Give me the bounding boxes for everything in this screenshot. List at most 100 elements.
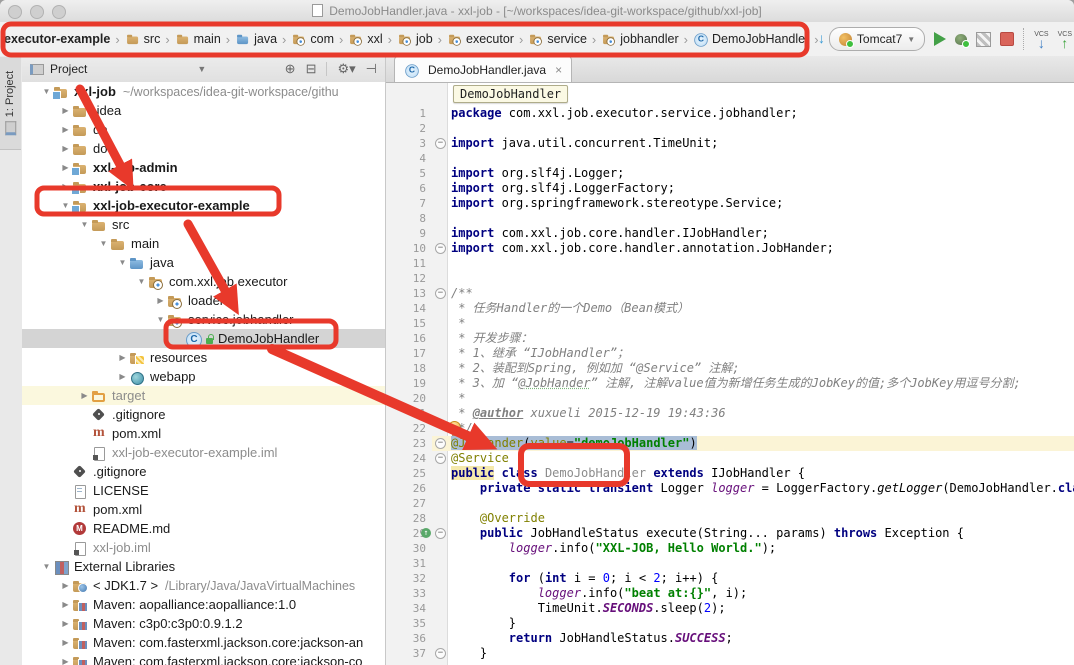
hide-panel-icon[interactable]: ⊣ — [366, 61, 377, 77]
tree-item-xxl-job-core[interactable]: ▶xxl-job-core — [22, 177, 385, 196]
chevron-down-icon[interactable]: ▼ — [197, 64, 206, 74]
code-line-15[interactable]: 15 * — [386, 316, 1074, 331]
breadcrumb-item-com[interactable]: com — [291, 31, 334, 47]
tree-item-loader[interactable]: ▶loader — [22, 291, 385, 310]
tree-item-pom-xml[interactable]: pom.xml — [22, 500, 385, 519]
tree-item-xxl-job-executor-example[interactable]: ▼xxl-job-executor-example — [22, 196, 385, 215]
code-line-32[interactable]: 32 for (int i = 0; i < 2; i++) { — [386, 571, 1074, 586]
tree-collapse-icon[interactable]: ▶ — [59, 638, 72, 647]
fold-icon[interactable]: − — [435, 453, 446, 464]
run-button[interactable] — [934, 32, 946, 46]
tree-item-demojobhandler[interactable]: DemoJobHandler — [22, 329, 385, 348]
code-line-17[interactable]: 17 * 1、继承 “IJobHandler”； — [386, 346, 1074, 361]
tree-collapse-icon[interactable]: ▶ — [59, 125, 72, 134]
code-line-19[interactable]: 19 * 3、加 “@JobHander” 注解, 注解value值为新增任务生… — [386, 376, 1074, 391]
tree-collapse-icon[interactable]: ▶ — [59, 657, 72, 665]
tree-item-resources[interactable]: ▶resources — [22, 348, 385, 367]
tree-item-doc[interactable]: ▶doc — [22, 139, 385, 158]
tree-collapse-icon[interactable]: ▶ — [154, 296, 167, 305]
tree-item-maven-com-fasterxml-jackson-core-jackson-an[interactable]: ▶Maven: com.fasterxml.jackson.core:jacks… — [22, 633, 385, 652]
override-method-icon[interactable]: ↑ — [421, 528, 431, 538]
code-line-6[interactable]: 6import org.slf4j.LoggerFactory; — [386, 181, 1074, 196]
tree-expand-icon[interactable]: ▼ — [97, 239, 110, 248]
down-arrow-icon[interactable]: ↓ — [818, 30, 825, 46]
code-line-2[interactable]: 2 — [386, 121, 1074, 136]
code-line-33[interactable]: 33 logger.info("beat at:{}", i); — [386, 586, 1074, 601]
collapse-all-icon[interactable]: ⊟ — [306, 61, 317, 77]
fold-icon[interactable]: − — [435, 438, 446, 449]
breadcrumb-item-demojobhandler[interactable]: DemoJobHandler — [693, 31, 809, 47]
tree-item-maven-com-fasterxml-jackson-core-jackson-co[interactable]: ▶Maven: com.fasterxml.jackson.core:jacks… — [22, 652, 385, 665]
code-line-1[interactable]: 1package com.xxl.job.executor.service.jo… — [386, 106, 1074, 121]
breadcrumb-item-main[interactable]: main — [175, 31, 221, 47]
tree-collapse-icon[interactable]: ▶ — [116, 372, 129, 381]
locate-file-icon[interactable]: ⊕ — [285, 61, 296, 77]
tree-expand-icon[interactable]: ▼ — [135, 277, 148, 286]
code-line-11[interactable]: 11 — [386, 256, 1074, 271]
editor-tab-demojobhandler[interactable]: DemoJobHandler.java × — [394, 56, 572, 82]
code-line-37[interactable]: 37− } — [386, 646, 1074, 661]
code-line-22[interactable]: 22 */ — [386, 421, 1074, 436]
code-line-25[interactable]: 25public class DemoJobHandler extends IJ… — [386, 466, 1074, 481]
tree-collapse-icon[interactable]: ▶ — [59, 581, 72, 590]
breadcrumb-item-executor-example[interactable]: executor-example — [4, 32, 110, 46]
tree-item-gitignore[interactable]: .gitignore — [22, 462, 385, 481]
code-line-31[interactable]: 31 — [386, 556, 1074, 571]
code-line-26[interactable]: 26 private static transient Logger logge… — [386, 481, 1074, 496]
code-line-21[interactable]: 21 * @author xuxueli 2015-12-19 19:43:36 — [386, 406, 1074, 421]
tree-collapse-icon[interactable]: ▶ — [59, 106, 72, 115]
tree-expand-icon[interactable]: ▼ — [116, 258, 129, 267]
tree-item-external-libraries[interactable]: ▼External Libraries — [22, 557, 385, 576]
code-line-4[interactable]: 4 — [386, 151, 1074, 166]
code-line-30[interactable]: 30 logger.info("XXL-JOB, Hello World."); — [386, 541, 1074, 556]
code-line-5[interactable]: 5import org.slf4j.Logger; — [386, 166, 1074, 181]
tree-item-src[interactable]: ▼src — [22, 215, 385, 234]
code-line-24[interactable]: 24−@Service — [386, 451, 1074, 466]
tree-collapse-icon[interactable]: ▶ — [59, 600, 72, 609]
tree-expand-icon[interactable]: ▼ — [78, 220, 91, 229]
breadcrumb-item-xxl[interactable]: xxl — [348, 31, 382, 47]
breadcrumb-item-job[interactable]: job — [397, 31, 433, 47]
run-with-coverage-button[interactable] — [976, 32, 991, 47]
breadcrumb-item-service[interactable]: service — [528, 31, 587, 47]
code-line-27[interactable]: 27 — [386, 496, 1074, 511]
tree-item-maven-c3p0-c3p0-0-9-1-2[interactable]: ▶Maven: c3p0:c3p0:0.9.1.2 — [22, 614, 385, 633]
fold-icon[interactable]: − — [435, 528, 446, 539]
tree-item-xxl-job-executor-example-iml[interactable]: xxl-job-executor-example.iml — [22, 443, 385, 462]
code-line-12[interactable]: 12 — [386, 271, 1074, 286]
close-tab-icon[interactable]: × — [555, 63, 562, 77]
tree-item-db[interactable]: ▶db — [22, 120, 385, 139]
code-line-28[interactable]: 28 @Override — [386, 511, 1074, 526]
tree-collapse-icon[interactable]: ▶ — [78, 391, 91, 400]
code-line-29[interactable]: 29↑− public JobHandleStatus execute(Stri… — [386, 526, 1074, 541]
breadcrumb-class-tag[interactable]: DemoJobHandler — [453, 85, 568, 103]
code-line-10[interactable]: 10−import com.xxl.job.core.handler.annot… — [386, 241, 1074, 256]
code-line-23[interactable]: 23−@JobHander(value="demoJobHandler") — [386, 436, 1074, 451]
tree-item-idea[interactable]: ▶.idea — [22, 101, 385, 120]
vcs-update-button[interactable]: VCS↓ — [1034, 31, 1048, 47]
tree-collapse-icon[interactable]: ▶ — [59, 144, 72, 153]
run-configuration-select[interactable]: Tomcat7 ▼ — [829, 27, 925, 51]
tree-item-readme-md[interactable]: README.md — [22, 519, 385, 538]
stop-button[interactable] — [1000, 32, 1014, 46]
tree-collapse-icon[interactable]: ▶ — [116, 353, 129, 362]
tree-expand-icon[interactable]: ▼ — [154, 315, 167, 324]
breadcrumb-item-jobhandler[interactable]: jobhandler — [601, 31, 678, 47]
gear-icon[interactable]: ⚙▾ — [337, 61, 355, 77]
tree-item-gitignore[interactable]: .gitignore — [22, 405, 385, 424]
project-tool-window-tab[interactable]: 1: Project — [0, 57, 21, 150]
tree-item-xxl-job-admin[interactable]: ▶xxl-job-admin — [22, 158, 385, 177]
tree-item-jdk1-7[interactable]: ▶< JDK1.7 >/Library/Java/JavaVirtualMach… — [22, 576, 385, 595]
code-line-7[interactable]: 7import org.springframework.stereotype.S… — [386, 196, 1074, 211]
tree-item-license[interactable]: LICENSE — [22, 481, 385, 500]
fold-icon[interactable]: − — [435, 648, 446, 659]
tree-item-service-jobhandler[interactable]: ▼service.jobhandler — [22, 310, 385, 329]
tree-item-xxl-job[interactable]: ▼xxl-job~/workspaces/idea-git-workspace/… — [22, 82, 385, 101]
code-line-20[interactable]: 20 * — [386, 391, 1074, 406]
breadcrumb-item-java[interactable]: java — [235, 31, 277, 47]
tree-item-java[interactable]: ▼java — [22, 253, 385, 272]
code-line-34[interactable]: 34 TimeUnit.SECONDS.sleep(2); — [386, 601, 1074, 616]
tree-expand-icon[interactable]: ▼ — [40, 562, 53, 571]
code-line-35[interactable]: 35 } — [386, 616, 1074, 631]
code-line-3[interactable]: 3−import java.util.concurrent.TimeUnit; — [386, 136, 1074, 151]
